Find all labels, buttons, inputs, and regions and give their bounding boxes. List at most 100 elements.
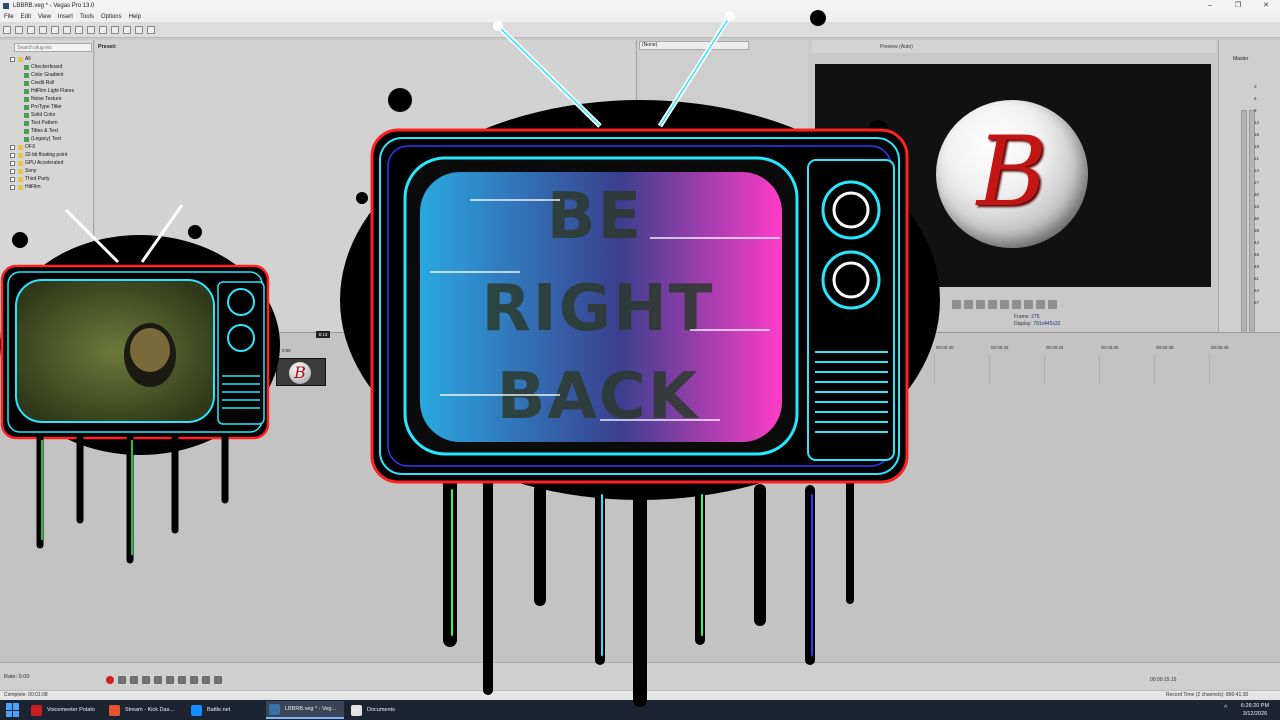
tree-label: HitFilm: [25, 184, 41, 190]
frame-info: Frame: 275 Display: 791x445x32: [1014, 314, 1060, 328]
tree-plugin[interactable]: (Legacy) Text: [10, 135, 74, 143]
expand-icon[interactable]: [10, 144, 15, 150]
taskbar-app-label: LBBRB.veg * - Veg...: [285, 706, 337, 712]
maximize-button[interactable]: ❐: [1224, 0, 1252, 11]
taskbar-clock[interactable]: 6:26:20 PM 3/12/2026: [1232, 702, 1278, 718]
trimmer-source-select[interactable]: (None): [639, 41, 749, 50]
tree-label: HitFilm Light Flares: [31, 88, 75, 94]
ruler-label: 00:00:30: [936, 345, 954, 350]
tree-plugin[interactable]: Credit Roll: [10, 79, 74, 87]
tree-folder[interactable]: Sony: [10, 167, 74, 175]
timeline-area[interactable]: [0, 332, 1280, 662]
tree-plugin[interactable]: Solid Color: [10, 111, 74, 119]
tree-plugin[interactable]: Noise Texture: [10, 95, 74, 103]
loop-icon[interactable]: [118, 676, 126, 684]
preview-end-icon[interactable]: [1048, 300, 1057, 309]
taskbar-app[interactable]: Battle.net: [188, 701, 262, 719]
preview-record-icon[interactable]: [952, 300, 961, 309]
next-frame-icon[interactable]: [214, 676, 222, 684]
expand-icon[interactable]: [10, 176, 15, 182]
stop-icon[interactable]: [166, 676, 174, 684]
tree-plugin[interactable]: ProType Titler: [10, 103, 74, 111]
app-icon: [191, 704, 202, 716]
copy-icon[interactable]: [87, 25, 95, 34]
preview-stop-icon[interactable]: [1012, 300, 1021, 309]
plugin-icon: [24, 136, 29, 142]
menu-insert[interactable]: Insert: [58, 14, 73, 20]
taskbar-app[interactable]: LBBRB.veg * - Veg...: [266, 701, 344, 719]
transport-controls: [106, 676, 226, 684]
expand-icon[interactable]: [10, 184, 15, 190]
record-icon[interactable]: [106, 676, 114, 684]
preview-loop-icon[interactable]: [964, 300, 973, 309]
preview-next-frame-icon[interactable]: [1036, 300, 1045, 309]
status-record-time: Record Time (2 channels): 890:41:30: [1166, 692, 1249, 698]
window-title: LBBRB.veg * - Vegas Pro 13.0: [13, 2, 95, 9]
tree-plugin[interactable]: Checkerboard: [10, 63, 74, 71]
menu-view[interactable]: View: [38, 14, 51, 20]
play-icon[interactable]: [142, 676, 150, 684]
tree-plugin[interactable]: Color Gradient: [10, 71, 74, 79]
tree-folder[interactable]: All: [10, 55, 74, 63]
redo-icon[interactable]: [123, 25, 131, 34]
taskbar-app[interactable]: Stream - Kick Das...: [106, 701, 184, 719]
menu-tools[interactable]: Tools: [80, 14, 94, 20]
db-tick-label: 27: [1254, 180, 1260, 185]
paste-icon[interactable]: [99, 25, 107, 34]
expand-icon[interactable]: [10, 168, 15, 174]
expand-icon[interactable]: [10, 152, 15, 158]
tree-folder[interactable]: 32-bit floating point: [10, 151, 74, 159]
preview-play-icon[interactable]: [976, 300, 985, 309]
save-icon[interactable]: [27, 25, 35, 34]
go-to-end-icon[interactable]: [190, 676, 198, 684]
edit-tool-icon[interactable]: [135, 25, 143, 34]
tree-folder[interactable]: HitFilm: [10, 183, 74, 191]
taskbar-app[interactable]: Documents: [348, 701, 422, 719]
menu-file[interactable]: File: [4, 14, 14, 20]
pause-icon[interactable]: [154, 676, 162, 684]
prev-frame-icon[interactable]: [202, 676, 210, 684]
ruler-label: 00:00:36: [1101, 345, 1119, 350]
ruler-label: 00:00:40: [1211, 345, 1229, 350]
frame-label: Frame:: [1014, 314, 1030, 320]
db-tick-label: 36: [1254, 216, 1260, 221]
preview-prev-frame-icon[interactable]: [1024, 300, 1033, 309]
preview-pause-icon[interactable]: [1000, 300, 1009, 309]
ruler-label: 00:00:32: [991, 345, 1009, 350]
tree-plugin[interactable]: Test Pattern: [10, 119, 74, 127]
menu-help[interactable]: Help: [129, 14, 141, 20]
tree-folder[interactable]: OFX: [10, 143, 74, 151]
undo-icon[interactable]: [111, 25, 119, 34]
go-to-start-icon[interactable]: [178, 676, 186, 684]
tree-plugin[interactable]: Titles & Text: [10, 127, 74, 135]
preview-quality-select[interactable]: Preview (Auto): [880, 44, 913, 50]
clock-date: 3/12/2026: [1242, 711, 1268, 717]
properties-icon[interactable]: [63, 25, 71, 34]
envelope-tool-icon[interactable]: [147, 25, 155, 34]
save-as-icon[interactable]: [39, 25, 47, 34]
open-icon[interactable]: [15, 25, 23, 34]
ruler-tick: [934, 354, 935, 384]
menu-edit[interactable]: Edit: [21, 14, 31, 20]
tree-label: Test Pattern: [31, 120, 58, 126]
expand-icon[interactable]: [10, 160, 15, 166]
db-tick-label: 51: [1254, 276, 1260, 281]
new-project-icon[interactable]: [3, 25, 11, 34]
close-button[interactable]: ✕: [1252, 0, 1280, 11]
tree-folder[interactable]: Third Party: [10, 175, 74, 183]
cut-icon[interactable]: [75, 25, 83, 34]
plugin-search-input[interactable]: [14, 43, 92, 52]
minimize-button[interactable]: –: [1196, 0, 1224, 11]
preview-play-start-icon[interactable]: [988, 300, 997, 309]
taskbar-app-label: Documents: [367, 707, 395, 713]
video-event[interactable]: B: [276, 358, 326, 386]
tree-folder[interactable]: GPU Accelerated: [10, 159, 74, 167]
expand-icon[interactable]: [10, 56, 15, 62]
menu-options[interactable]: Options: [101, 14, 122, 20]
tree-plugin[interactable]: HitFilm Light Flares: [10, 87, 74, 95]
tray-chevron-icon[interactable]: ^: [1224, 705, 1227, 712]
windows-start-icon[interactable]: [6, 703, 20, 717]
taskbar-app[interactable]: Voicemeeter Potato: [28, 701, 102, 719]
render-icon[interactable]: [51, 25, 59, 34]
play-from-start-icon[interactable]: [130, 676, 138, 684]
